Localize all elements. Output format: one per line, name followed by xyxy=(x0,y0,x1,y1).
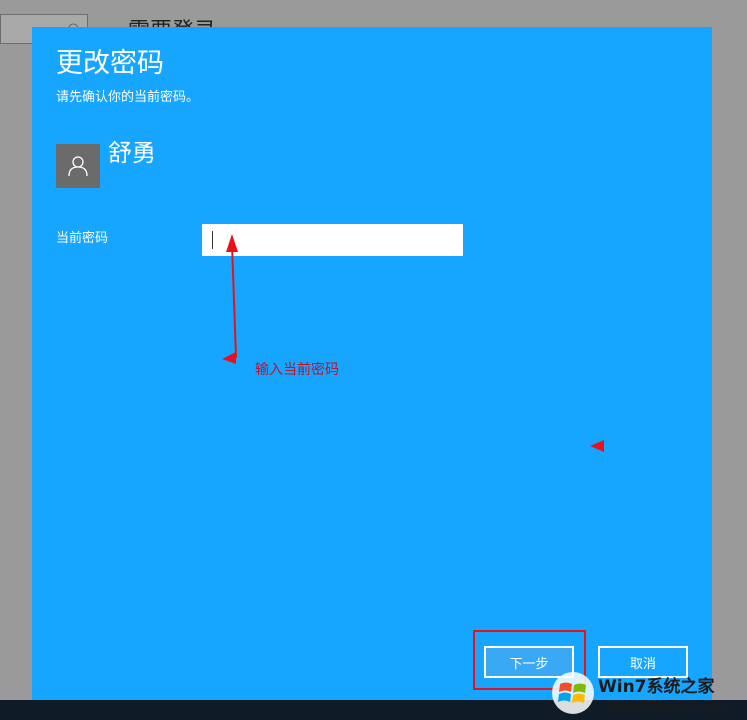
user-name: 舒勇 xyxy=(108,139,156,167)
user-avatar xyxy=(56,144,100,188)
user-avatar-icon xyxy=(68,156,88,177)
watermark-url: Www.Winwin7.com xyxy=(606,700,725,713)
annotation-label: 输入当前密码 xyxy=(255,362,339,378)
dialog-subtitle: 请先确认你的当前密码。 xyxy=(56,90,200,105)
windows-logo-icon xyxy=(552,672,594,714)
current-password-field[interactable] xyxy=(202,224,463,256)
dialog-title: 更改密码 xyxy=(56,48,164,79)
watermark-text: Win7系统之家 xyxy=(598,677,715,697)
current-password-label: 当前密码 xyxy=(56,231,109,246)
watermark: Win7系统之家 Www.Winwin7.com xyxy=(548,668,747,720)
change-password-dialog: 更改密码 请先确认你的当前密码。 舒勇 当前密码 输入当前密码 下一步 取消 xyxy=(32,27,712,701)
text-caret xyxy=(212,231,213,249)
